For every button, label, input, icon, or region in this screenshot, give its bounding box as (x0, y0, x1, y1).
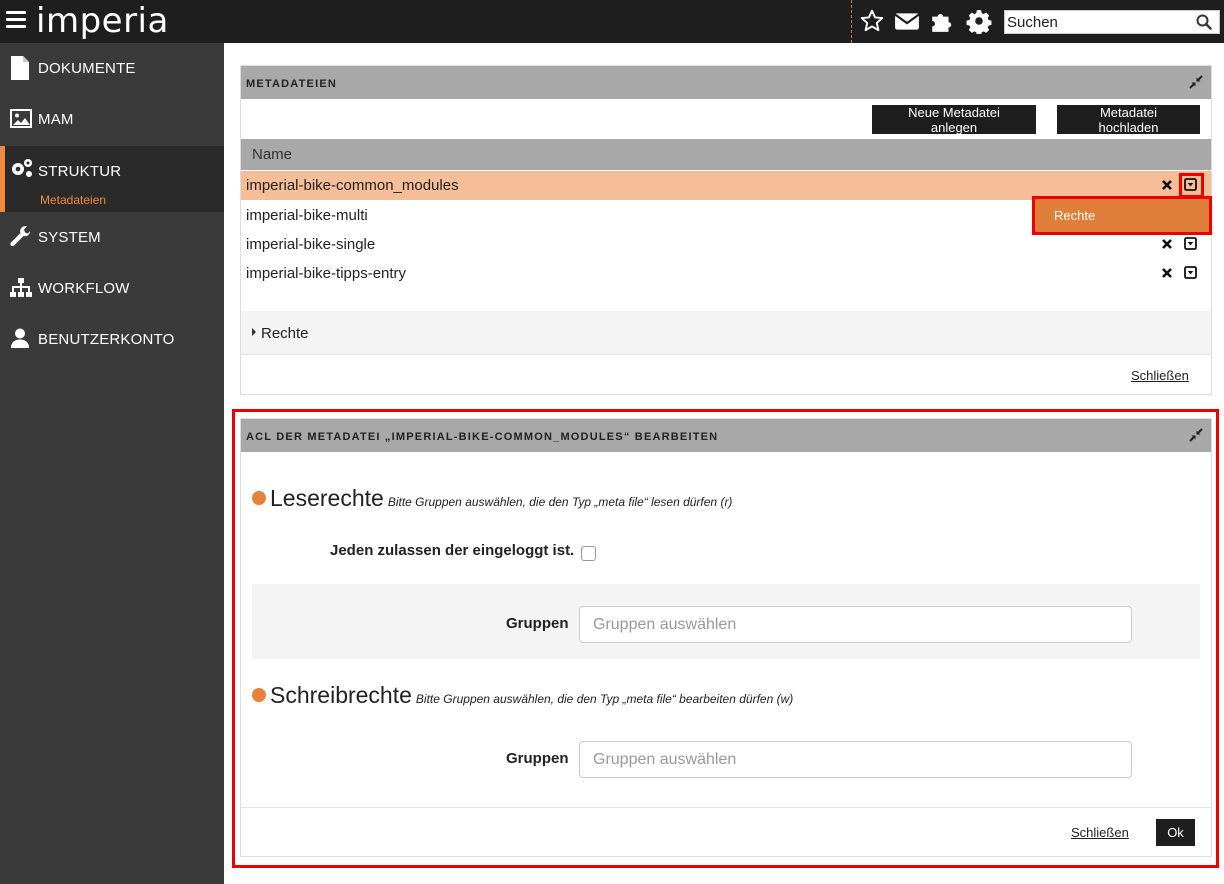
panel-header: ACL DER METADATEI „IMPERIAL-BIKE-COMMON_… (241, 419, 1211, 452)
row-name[interactable]: imperial-bike-common_modules (246, 177, 459, 194)
search-input[interactable] (1005, 11, 1191, 33)
write-groups-label: Gruppen (506, 750, 569, 767)
delete-icon[interactable] (1161, 267, 1173, 279)
dropdown-toggle-icon[interactable] (1184, 266, 1197, 279)
close-link[interactable]: Schließen (1071, 825, 1129, 840)
caret-right-icon (252, 328, 256, 336)
sidebar-item-label: SYSTEM (38, 229, 101, 246)
panel-header: METADATEIEN (241, 66, 1211, 99)
rechte-label: Rechte (261, 325, 309, 342)
write-rights-hint: Bitte Gruppen auswählen, die den Typ „me… (415, 692, 794, 706)
sidebar-item-label: MAM (38, 111, 74, 128)
table-row[interactable]: imperial-bike-tipps-entry (241, 259, 1211, 288)
row-name[interactable]: imperial-bike-multi (246, 207, 368, 224)
write-groups-input[interactable] (579, 741, 1132, 778)
logo-text: imperia (36, 1, 169, 41)
star-icon[interactable] (859, 8, 885, 34)
top-bar: imperia (0, 0, 1224, 43)
acl-footer: Schließen Ok (241, 807, 1211, 857)
sidebar-item-label: BENUTZERKONTO (38, 331, 175, 348)
sidebar-item-mam[interactable]: MAM (0, 94, 224, 145)
collapse-icon[interactable] (1189, 75, 1203, 89)
allow-all-checkbox[interactable] (581, 546, 596, 561)
upload-metafile-button[interactable]: Metadatei hochladen (1057, 105, 1200, 135)
panel-title: METADATEIEN (246, 78, 338, 90)
gears-icon (12, 159, 32, 177)
user-icon (11, 328, 29, 348)
sidebar-subitem-metadateien[interactable]: Metadateien (40, 193, 106, 207)
write-rights-section: Schreibrechte Bitte Gruppen auswählen, di… (252, 682, 793, 709)
active-indicator (0, 146, 5, 212)
read-rights-heading: Leserechte (270, 485, 384, 511)
mail-icon[interactable] (894, 8, 920, 34)
write-rights-heading: Schreibrechte (270, 682, 412, 708)
read-groups-input[interactable] (579, 606, 1132, 643)
gear-icon[interactable] (966, 8, 992, 34)
row-name[interactable]: imperial-bike-tipps-entry (246, 265, 406, 282)
menu-icon[interactable] (6, 11, 26, 28)
row-name[interactable]: imperial-bike-single (246, 236, 375, 253)
sidebar-item-struktur[interactable]: STRUKTUR Metadateien (0, 146, 224, 212)
search-icon[interactable] (1196, 14, 1212, 30)
row-actions-dropdown: Rechte (1032, 196, 1212, 235)
delete-icon[interactable] (1161, 179, 1173, 191)
highlight-box (1179, 173, 1204, 198)
table-header: Name (241, 139, 1211, 170)
ok-button[interactable]: Ok (1156, 819, 1195, 846)
bullet-dot (252, 491, 266, 505)
read-rights-section: Leserechte Bitte Gruppen auswählen, die d… (252, 485, 732, 512)
close-link[interactable]: Schließen (1131, 368, 1189, 383)
search-box (1004, 10, 1220, 34)
wrench-icon (10, 226, 31, 247)
metadateien-panel: METADATEIEN Neue Metadatei anlegen Metad… (240, 65, 1212, 395)
allow-all-label: Jeden zulassen der eingeloggt ist. (330, 542, 575, 559)
sidebar-item-benutzerkonto[interactable]: BENUTZERKONTO (0, 314, 224, 365)
sidebar-item-dokumente[interactable]: DOKUMENTE (0, 43, 224, 94)
column-header-name[interactable]: Name (252, 146, 292, 163)
document-icon (11, 56, 29, 80)
logo[interactable]: imperia (36, 1, 169, 41)
sidebar-item-system[interactable]: SYSTEM (0, 212, 224, 263)
read-rights-hint: Bitte Gruppen auswählen, die den Typ „me… (387, 495, 733, 509)
image-icon (10, 109, 32, 128)
sidebar-item-label: DOKUMENTE (38, 60, 136, 77)
bullet-dot (252, 688, 266, 702)
read-groups-label: Gruppen (506, 615, 569, 632)
sitemap-icon (10, 278, 32, 297)
panel-title: ACL DER METADATEI „IMPERIAL-BIKE-COMMON_… (246, 431, 719, 443)
acl-panel: ACL DER METADATEI „IMPERIAL-BIKE-COMMON_… (240, 418, 1212, 857)
toolbar: Neue Metadatei anlegen Metadatei hochlad… (241, 99, 1211, 139)
sidebar-item-label: STRUKTUR (38, 163, 122, 180)
divider (851, 0, 852, 43)
sidebar-item-label: WORKFLOW (38, 280, 130, 297)
rechte-expander[interactable]: Rechte (241, 311, 1211, 355)
sidebar: DOKUMENTE MAM STRUKTUR Metadateien SYSTE… (0, 43, 224, 884)
dropdown-toggle-icon[interactable] (1184, 237, 1197, 250)
collapse-icon[interactable] (1189, 428, 1203, 442)
puzzle-icon[interactable] (929, 8, 955, 34)
sidebar-item-workflow[interactable]: WORKFLOW (0, 263, 224, 314)
delete-icon[interactable] (1161, 238, 1173, 250)
dropdown-item-rechte[interactable]: Rechte (1054, 208, 1095, 223)
new-metafile-button[interactable]: Neue Metadatei anlegen (872, 105, 1036, 135)
